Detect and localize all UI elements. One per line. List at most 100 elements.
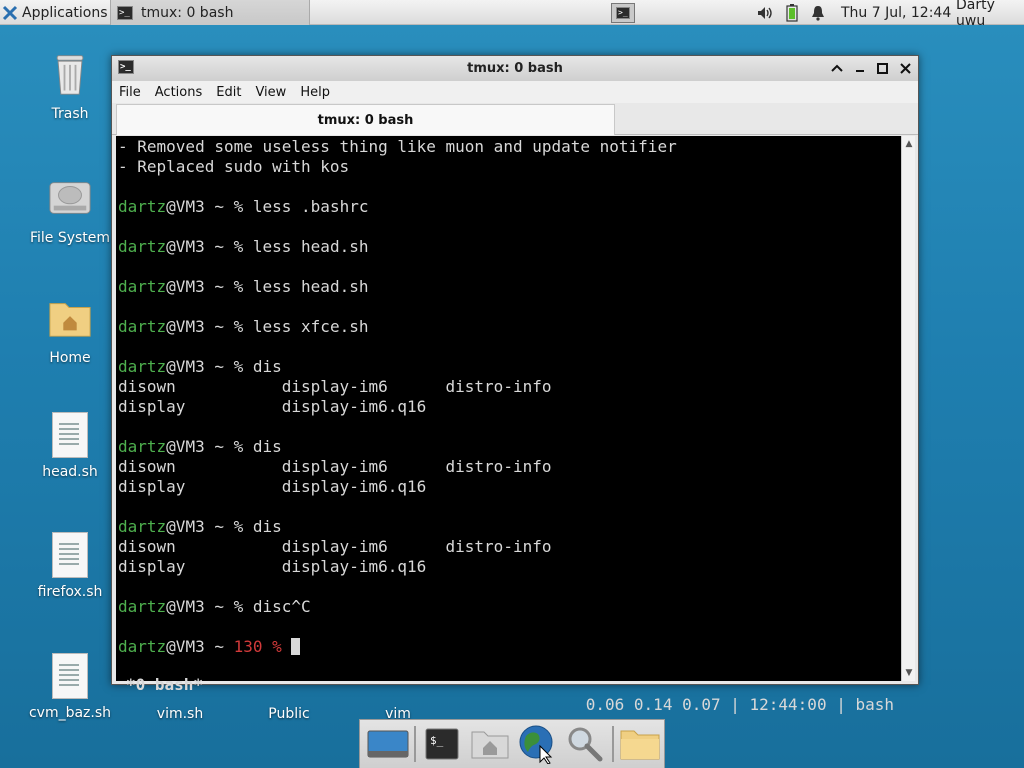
desktop-icon-label: Trash <box>51 106 89 122</box>
prompt-user: dartz <box>118 317 167 336</box>
notification-bell-icon[interactable] <box>810 0 826 25</box>
terminal-output[interactable]: - Removed some useless thing like muon a… <box>116 136 901 714</box>
hard-drive-icon <box>49 182 91 214</box>
desktop-icon-label: Home <box>49 350 91 366</box>
script-file-icon <box>52 653 88 699</box>
close-icon <box>899 62 911 74</box>
menu-view[interactable]: View <box>248 85 293 100</box>
menubar: File Actions Edit View Help <box>112 81 918 103</box>
terminal-icon: $_ <box>425 728 459 760</box>
desktop-icon-label: Public <box>268 706 310 722</box>
dock-terminal[interactable]: $_ <box>418 722 466 766</box>
taskbar-button-terminal[interactable]: >_ tmux: 0 bash <box>110 0 310 25</box>
command: less head.sh <box>252 277 369 296</box>
prompt-user: dartz <box>118 637 167 656</box>
dock-search[interactable] <box>562 722 610 766</box>
desktop-icon-head-sh[interactable]: head.sh <box>20 412 120 480</box>
tmux-status-bar: *0 bash* 0.06 0.14 0.07 | 12:44:00 | bas… <box>124 655 894 714</box>
window-terminal-icon: >_ <box>118 60 134 74</box>
command: less head.sh <box>252 237 369 256</box>
prompt-user: dartz <box>118 197 167 216</box>
scroll-down-icon[interactable]: ▼ <box>904 668 914 678</box>
desktop-icon-firefox-sh[interactable]: firefox.sh <box>20 532 120 600</box>
tab-bar: tmux: 0 bash <box>112 103 918 135</box>
dock-separator <box>612 726 614 762</box>
menu-help[interactable]: Help <box>293 85 337 100</box>
prompt-host: @VM3 ~ % <box>166 437 253 456</box>
dock-home-folder[interactable] <box>466 722 514 766</box>
script-file-icon <box>52 532 88 578</box>
prompt-line: dartz@VM3 ~ % dis <box>118 357 901 377</box>
prompt-user: dartz <box>118 237 167 256</box>
scroll-up-icon[interactable]: ▲ <box>904 139 914 149</box>
desktop-icon-file-system[interactable]: File System <box>20 176 120 246</box>
desktop-icon-label: cvm_baz.sh <box>28 705 112 721</box>
workspace-terminal-icon: >_ <box>616 6 630 19</box>
maximize-icon <box>876 62 888 74</box>
top-panel: Applications >_ tmux: 0 bash >_ Thu 7 Ju… <box>0 0 1024 29</box>
prompt-user: dartz <box>118 357 167 376</box>
battery-icon[interactable] <box>786 0 798 25</box>
dock-files[interactable] <box>616 722 664 766</box>
folder-icon <box>620 730 660 760</box>
chevron-up-icon <box>831 64 843 72</box>
maximize-button[interactable] <box>873 59 891 77</box>
command: dis <box>252 517 282 536</box>
prompt-host: @VM3 ~ % <box>166 317 253 336</box>
trash-icon <box>56 55 84 95</box>
minimize-icon <box>856 70 864 72</box>
workspace-switcher[interactable]: >_ <box>610 0 636 25</box>
prompt-host: @VM3 ~ % <box>166 357 253 376</box>
taskbar-button-label: tmux: 0 bash <box>141 4 234 21</box>
command: disc^C <box>252 597 311 616</box>
clock[interactable]: Thu 7 Jul, 12:44 <box>841 0 951 25</box>
home-folder-icon <box>471 731 509 759</box>
prompt-line: dartz@VM3 ~ % less head.sh <box>118 277 901 297</box>
tab-tmux-bash[interactable]: tmux: 0 bash <box>116 104 615 135</box>
prompt-line: dartz@VM3 ~ % less head.sh <box>118 237 901 257</box>
desktop-icon-home[interactable]: Home <box>20 296 120 366</box>
prompt-host: @VM3 ~ <box>166 637 234 656</box>
command: less .bashrc <box>252 197 369 216</box>
menu-edit[interactable]: Edit <box>209 85 248 100</box>
menu-file[interactable]: File <box>112 85 148 100</box>
desktop-icon-cvm-baz-sh[interactable]: cvm_baz.sh <box>20 653 120 721</box>
prompt-line: dartz@VM3 ~ % dis <box>118 517 901 537</box>
completion-line: disown display-im6 distro-info <box>118 457 552 476</box>
dock-web-browser[interactable] <box>514 722 562 766</box>
exit-code: 130 % <box>233 637 292 656</box>
applications-menu[interactable]: Applications <box>2 0 108 25</box>
prompt-host: @VM3 ~ % <box>166 197 253 216</box>
terminal-icon: >_ <box>117 5 133 20</box>
prompt-host: @VM3 ~ % <box>166 237 253 256</box>
prompt-line: dartz@VM3 ~ % less xfce.sh <box>118 317 901 337</box>
xfce-logo-icon <box>2 5 18 20</box>
applications-label: Applications <box>22 4 108 21</box>
tmux-window-list[interactable]: *0 bash* <box>126 675 203 695</box>
completion-line: display display-im6.q16 <box>118 397 427 416</box>
prompt-user: dartz <box>118 277 167 296</box>
close-button[interactable] <box>896 59 914 77</box>
prompt-user: dartz <box>118 597 167 616</box>
desktop-icon-public[interactable]: Public <box>239 706 339 722</box>
dock-show-desktop[interactable] <box>364 722 412 766</box>
window-titlebar[interactable]: >_ tmux: 0 bash <box>112 56 918 81</box>
desktop-icon-label: firefox.sh <box>37 584 103 600</box>
volume-icon[interactable] <box>756 0 774 25</box>
user-menu[interactable]: Darty uwu <box>956 0 1024 29</box>
prompt-line: dartz@VM3 ~ % disc^C <box>118 597 901 617</box>
minimize-button[interactable] <box>851 59 869 77</box>
dock: $_ <box>359 719 665 768</box>
desktop-icon-trash[interactable]: Trash <box>20 52 120 122</box>
scrollbar[interactable]: ▲ ▼ <box>901 136 915 681</box>
desktop-icon-label: head.sh <box>42 464 98 480</box>
shade-button[interactable] <box>828 59 846 77</box>
menu-actions[interactable]: Actions <box>148 85 210 100</box>
completion-line: display display-im6.q16 <box>118 477 427 496</box>
completion-line: disown display-im6 distro-info <box>118 537 552 556</box>
prompt-host: @VM3 ~ % <box>166 277 253 296</box>
